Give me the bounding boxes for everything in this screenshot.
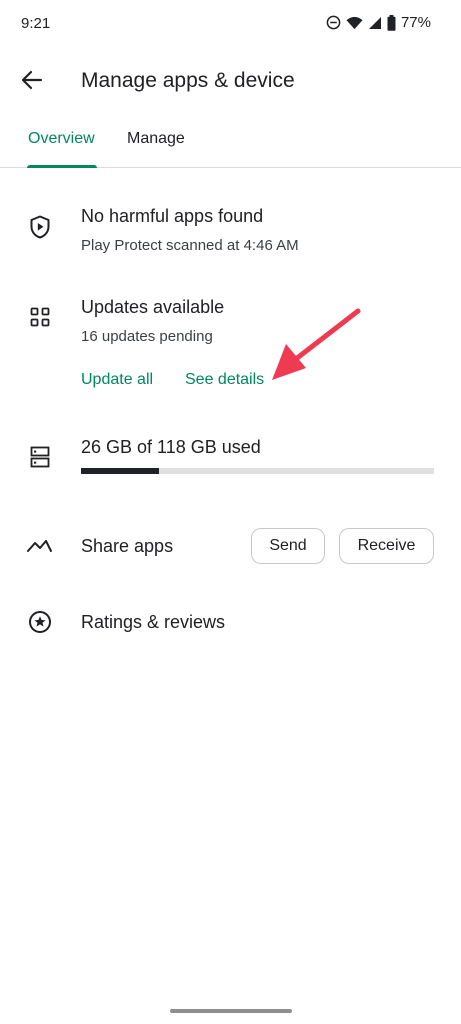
app-bar: Manage apps & device xyxy=(0,56,461,108)
battery-level: 77% xyxy=(400,14,431,31)
status-icons: 77% xyxy=(326,14,431,31)
storage-bar-fill xyxy=(81,468,159,474)
receive-button[interactable]: Receive xyxy=(339,528,434,564)
wifi-icon xyxy=(346,16,363,30)
protect-title: No harmful apps found xyxy=(81,206,264,226)
storage-text: 26 GB of 118 GB used xyxy=(81,437,261,457)
tab-bar: Overview Manage xyxy=(0,118,461,168)
updates-subtitle: 16 updates pending xyxy=(81,328,213,345)
star-circle-icon xyxy=(26,608,54,636)
status-bar: 9:21 77% xyxy=(0,0,461,48)
tab-overview[interactable]: Overview xyxy=(28,130,95,148)
updates-title: Updates available xyxy=(81,297,225,317)
annotation-arrow xyxy=(262,304,366,389)
apps-grid-icon xyxy=(26,303,54,331)
page-title: Manage apps & device xyxy=(81,69,295,92)
tab-manage[interactable]: Manage xyxy=(127,130,185,148)
tab-selected-indicator xyxy=(27,165,97,168)
share-apps-icon xyxy=(26,532,54,560)
update-all-button[interactable]: Update all xyxy=(81,371,153,389)
ratings-label: Ratings & reviews xyxy=(81,612,226,632)
storage-bar xyxy=(81,468,434,474)
see-details-button[interactable]: See details xyxy=(185,371,264,389)
shield-play-icon xyxy=(26,213,54,241)
send-button[interactable]: Send xyxy=(251,528,325,564)
protect-subtitle: Play Protect scanned at 4:46 AM xyxy=(81,237,299,254)
share-apps-label: Share apps xyxy=(81,536,174,556)
signal-icon xyxy=(368,16,382,30)
storage-icon xyxy=(26,443,54,471)
back-button[interactable] xyxy=(14,64,50,100)
gesture-nav-handle[interactable] xyxy=(170,1009,292,1013)
arrow-back-icon xyxy=(21,70,43,95)
battery-icon xyxy=(387,14,396,31)
status-time: 9:21 xyxy=(21,15,51,32)
dnd-icon xyxy=(326,15,341,30)
